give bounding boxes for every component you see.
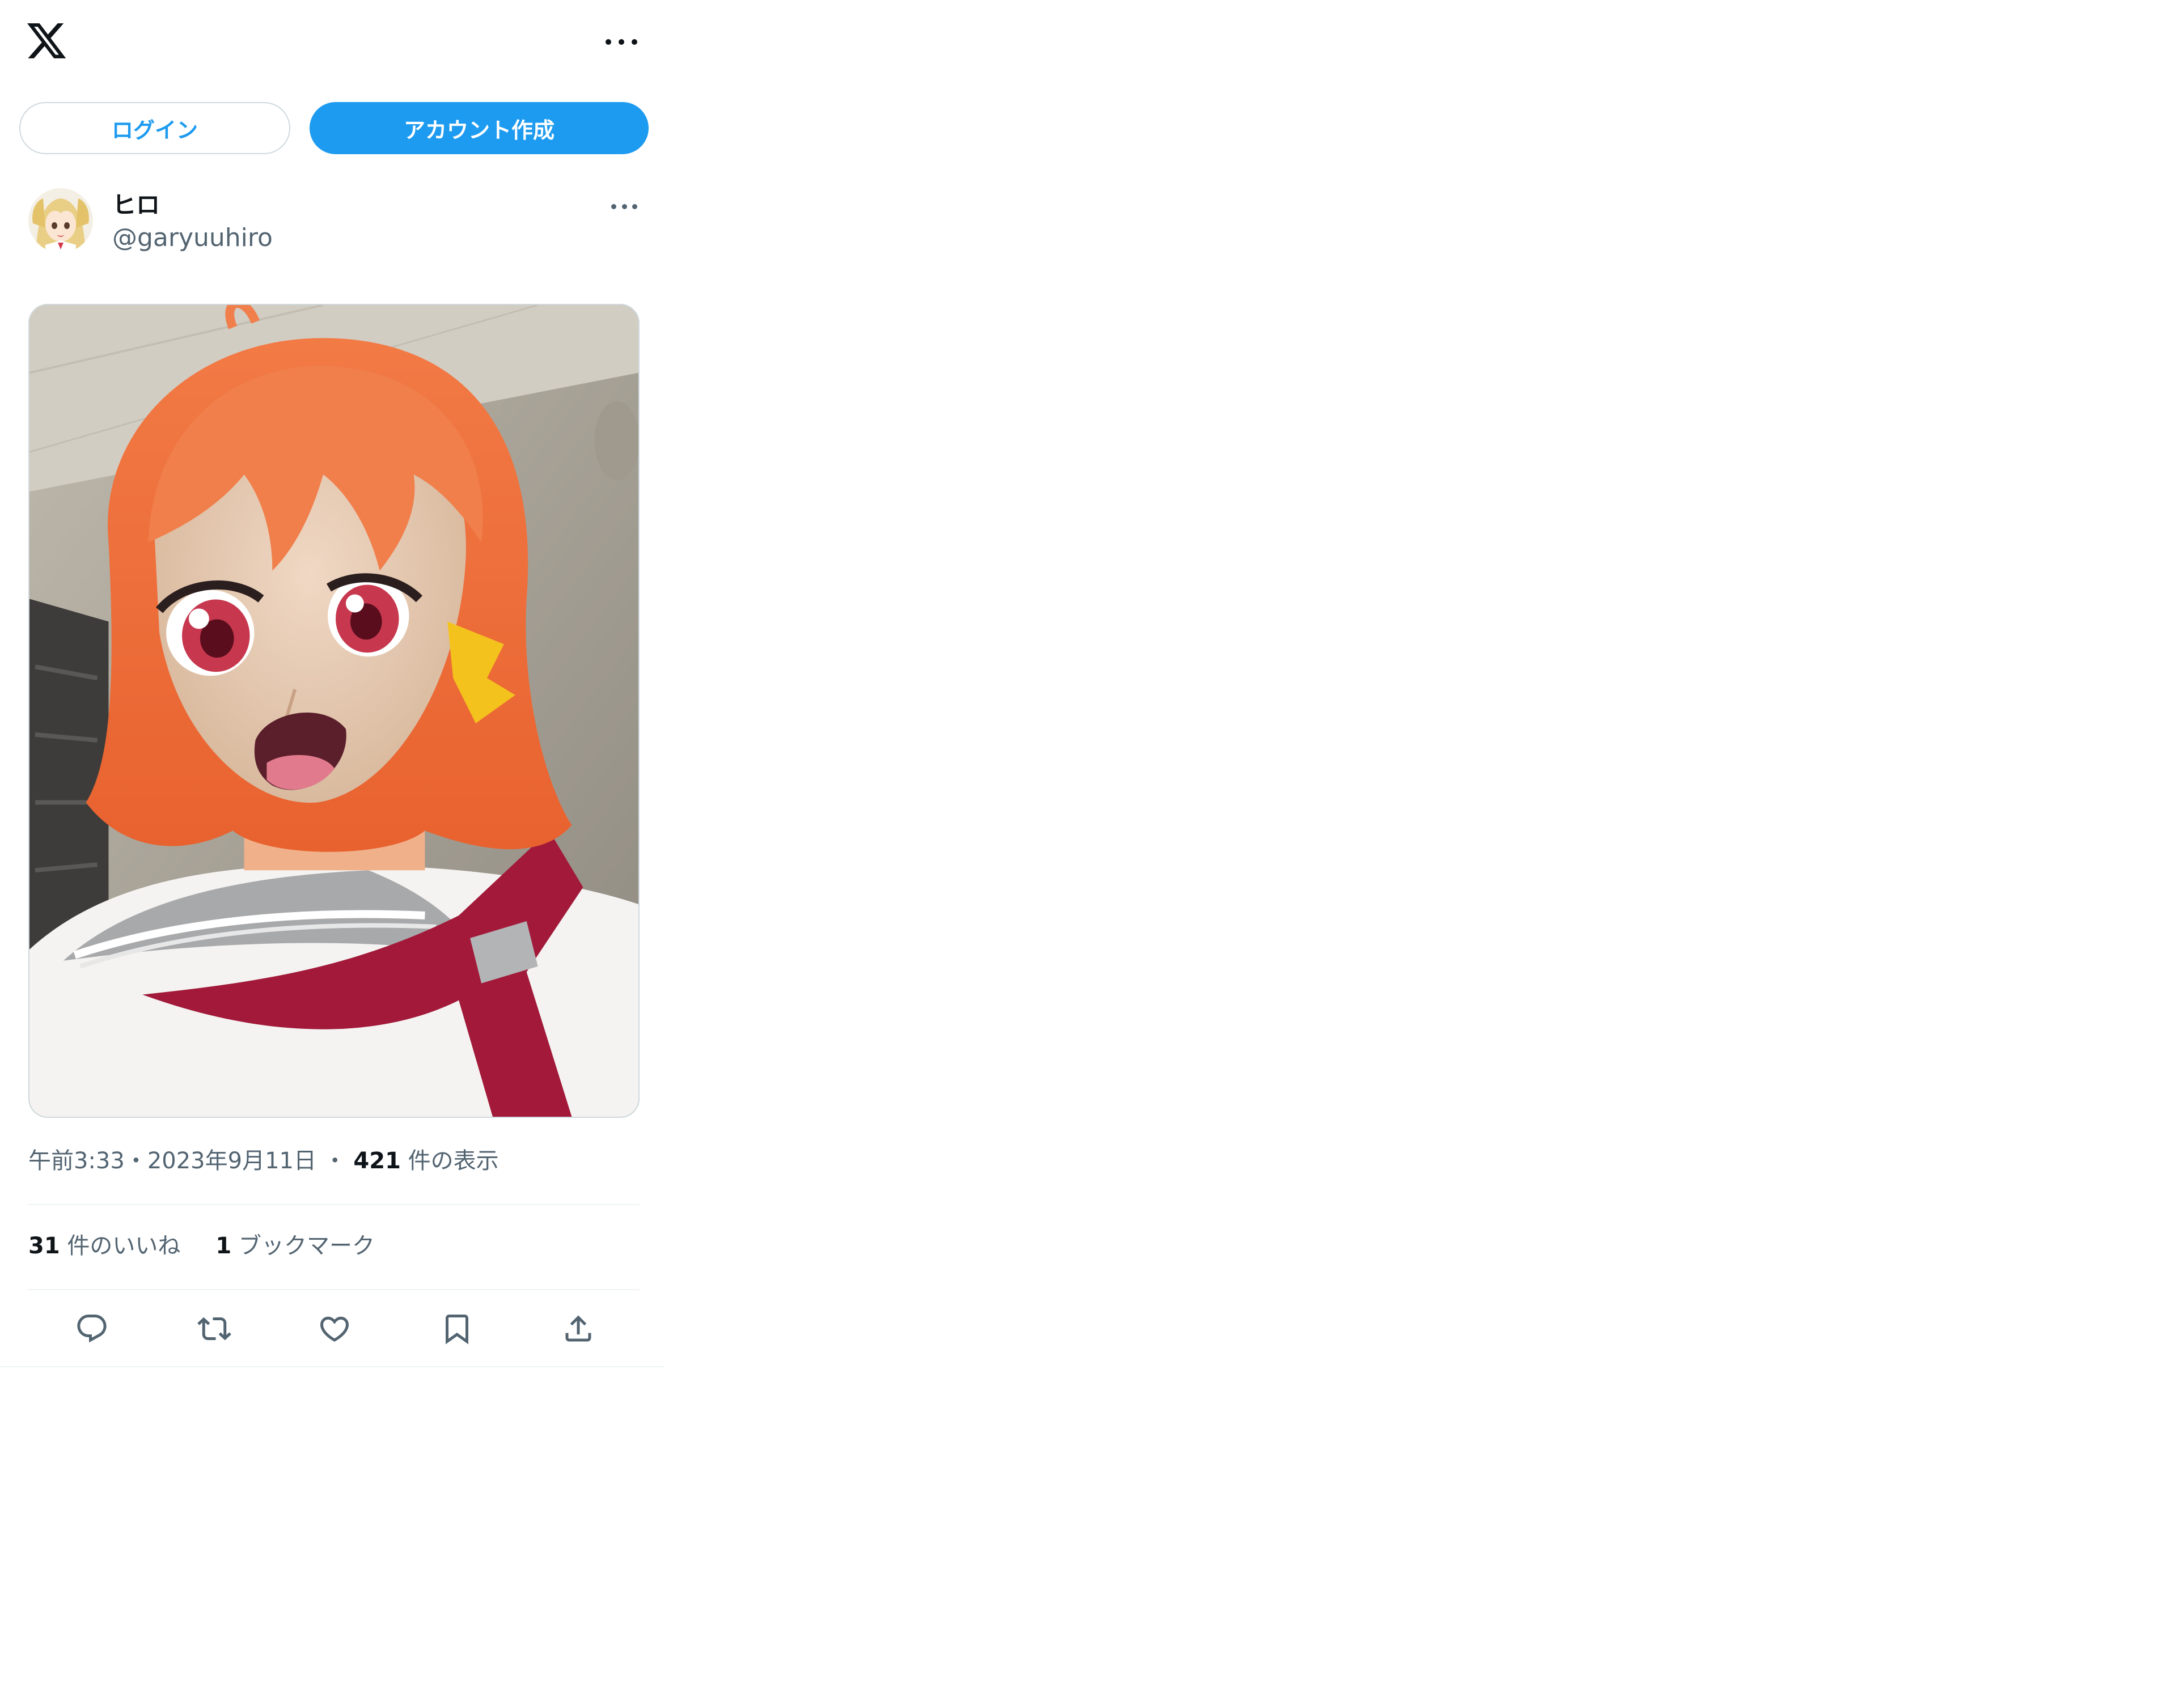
tweet-photo[interactable] <box>28 304 640 1118</box>
divider <box>28 1289 640 1290</box>
tweet-page: ログイン アカウント作成 ヒロ @garyuuhiro 午前3:33・2023年… <box>0 0 664 1368</box>
bookmark-icon <box>446 1315 468 1345</box>
like-button[interactable] <box>314 1308 355 1349</box>
dot <box>619 39 624 45</box>
dot <box>632 204 637 209</box>
share-button[interactable] <box>558 1308 599 1349</box>
x-logo-icon[interactable] <box>25 19 68 62</box>
separator: ・ <box>124 1148 147 1174</box>
top-bar <box>0 0 664 91</box>
tweet-meta: 午前3:33・2023年9月11日 ・ 421 件の表示 <box>28 1146 499 1176</box>
like-icon <box>320 1316 349 1342</box>
views-label: 件の表示 <box>400 1148 499 1174</box>
dot <box>611 204 616 209</box>
bookmarks-count: 1 <box>215 1233 232 1259</box>
bookmarks-stat[interactable]: 1 ブックマーク <box>215 1233 375 1259</box>
dot <box>621 204 627 209</box>
tweet-time[interactable]: 午前3:33 <box>28 1148 125 1174</box>
retweet-icon <box>197 1317 231 1341</box>
separator: ・ <box>316 1148 354 1174</box>
reply-button[interactable] <box>71 1308 112 1349</box>
likes-count: 31 <box>28 1233 60 1259</box>
likes-stat[interactable]: 31 件のいいね <box>28 1233 180 1259</box>
create-account-button-label: アカウント作成 <box>403 117 555 143</box>
retweet-button[interactable] <box>194 1308 235 1349</box>
views-count: 421 <box>353 1148 401 1174</box>
more-horizontal-icon[interactable] <box>606 29 637 54</box>
author-handle[interactable]: @garyuuhiro <box>112 223 273 253</box>
share-icon <box>565 1315 591 1342</box>
login-button-label: ログイン <box>111 117 198 143</box>
create-account-button[interactable]: アカウント作成 <box>310 102 649 154</box>
dot <box>632 39 637 45</box>
tweet-more-icon[interactable] <box>611 200 637 213</box>
dot <box>606 39 611 45</box>
author-display-name[interactable]: ヒロ <box>112 190 160 220</box>
likes-label: 件のいいね <box>60 1233 181 1259</box>
reply-icon <box>77 1315 107 1343</box>
bookmark-button[interactable] <box>437 1308 477 1349</box>
tweet-stats: 31 件のいいね 1 ブックマーク <box>28 1231 375 1261</box>
divider <box>0 1366 664 1367</box>
avatar[interactable] <box>28 188 93 253</box>
divider <box>28 1204 640 1205</box>
login-button[interactable]: ログイン <box>19 102 290 154</box>
bookmarks-label: ブックマーク <box>231 1233 375 1259</box>
tweet-date[interactable]: 2023年9月11日 <box>147 1148 316 1174</box>
